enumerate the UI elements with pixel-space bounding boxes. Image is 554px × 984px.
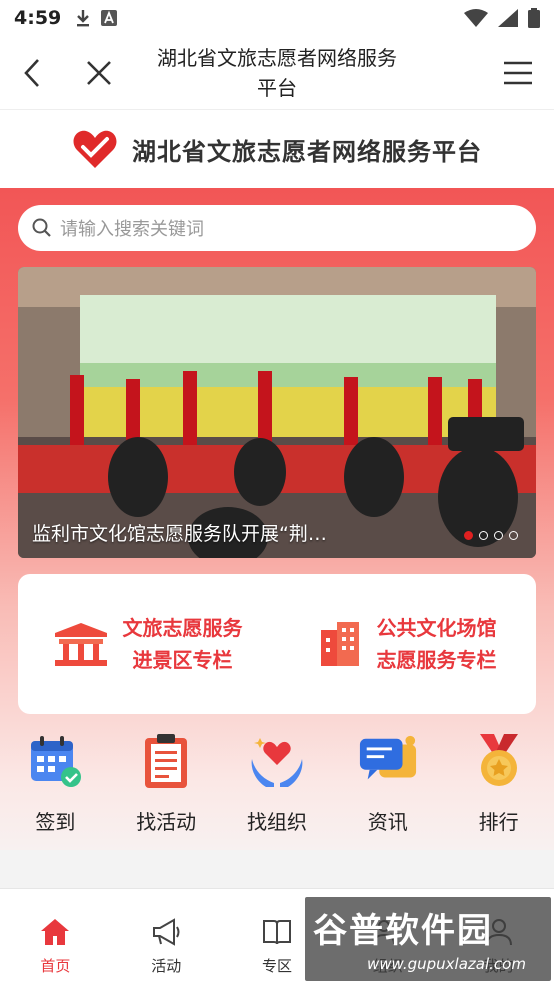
quick-link-label: 找活动: [136, 810, 197, 834]
battery-icon: [528, 8, 540, 28]
quick-link-organizations[interactable]: 找组织: [227, 730, 327, 850]
content-background: [0, 850, 554, 888]
brand-header: 湖北省文旅志愿者网络服务平台: [0, 110, 554, 188]
carousel-dot[interactable]: [509, 531, 518, 540]
chat-bubble-icon: [359, 735, 416, 780]
column-title-line1: 公共文化场馆: [376, 616, 497, 640]
signal-icon: [498, 9, 518, 27]
search-input[interactable]: 请输入搜索关键词: [18, 205, 536, 251]
quick-link-label: 签到: [35, 810, 76, 834]
hamburger-menu-icon[interactable]: [502, 60, 534, 86]
tab-activities[interactable]: 活动: [111, 889, 222, 984]
temple-icon: [54, 623, 107, 666]
back-icon[interactable]: [18, 56, 48, 90]
tab-label: 专区: [261, 957, 292, 975]
quick-link-checkin[interactable]: 签到: [5, 730, 105, 850]
watermark-text: 谷普软件园: [313, 911, 493, 951]
status-bar: 4:59: [0, 0, 554, 36]
column-public-venue[interactable]: 公共文化场馆 志愿服务专栏: [277, 574, 536, 714]
home-icon: [41, 919, 70, 945]
page-title: 湖北省文旅志愿者网络服务平台: [157, 46, 397, 100]
building-icon: [320, 622, 359, 666]
tab-label: 首页: [40, 957, 71, 975]
top-bar: 湖北省文旅志愿者网络服务平台: [0, 36, 554, 110]
hands-heart-icon: [251, 738, 303, 787]
banner-carousel[interactable]: 监利市文化馆志愿服务队开展“荆…: [18, 267, 536, 558]
column-scenic-volunteer[interactable]: 文旅志愿服务 进景区专栏: [18, 574, 277, 714]
calendar-check-icon: [31, 736, 82, 787]
megaphone-icon: [153, 918, 180, 946]
wifi-icon: [464, 9, 488, 27]
banner-caption: 监利市文化馆志愿服务队开展“荆…: [32, 523, 327, 545]
carousel-dot[interactable]: [464, 531, 473, 540]
quick-link-label: 资讯: [367, 810, 408, 834]
tab-home[interactable]: 首页: [0, 889, 111, 984]
quick-link-activities[interactable]: 找活动: [116, 730, 216, 850]
heart-hand-logo-icon: [73, 130, 117, 168]
column-title-line2: 进景区专栏: [132, 648, 233, 672]
watermark-url: www.gupuxlazal.com: [367, 955, 526, 973]
brand-name: 湖北省文旅志愿者网络服务平台: [132, 137, 482, 166]
quick-link-label: 排行: [478, 810, 519, 834]
quick-links-grid: 签到 找活动 找组织 资讯 排行: [0, 730, 554, 850]
status-time: 4:59: [14, 7, 62, 29]
site-watermark: 谷普软件园 www.gupuxlazal.com: [305, 897, 551, 981]
search-icon: [32, 218, 51, 237]
feature-columns-card: 文旅志愿服务 进景区专栏 公共文化场馆 志愿服务专栏: [18, 574, 536, 714]
download-icon: [77, 10, 90, 27]
carousel-dot[interactable]: [479, 531, 488, 540]
quick-link-news[interactable]: 资讯: [338, 730, 438, 850]
carousel-dots: [464, 531, 518, 540]
clipboard-icon: [145, 734, 188, 788]
book-icon: [262, 920, 291, 945]
quick-link-label: 找组织: [246, 810, 307, 834]
medal-icon: [479, 734, 518, 786]
quick-link-ranking[interactable]: 排行: [449, 730, 549, 850]
search-placeholder: 请输入搜索关键词: [60, 219, 204, 240]
close-icon[interactable]: [82, 56, 116, 90]
carousel-dot[interactable]: [494, 531, 503, 540]
tab-label: 活动: [151, 957, 182, 975]
font-a-icon: [101, 10, 118, 26]
column-title-line2: 志愿服务专栏: [376, 648, 497, 672]
banner-photo: [18, 267, 536, 558]
column-title-line1: 文旅志愿服务: [122, 616, 243, 640]
